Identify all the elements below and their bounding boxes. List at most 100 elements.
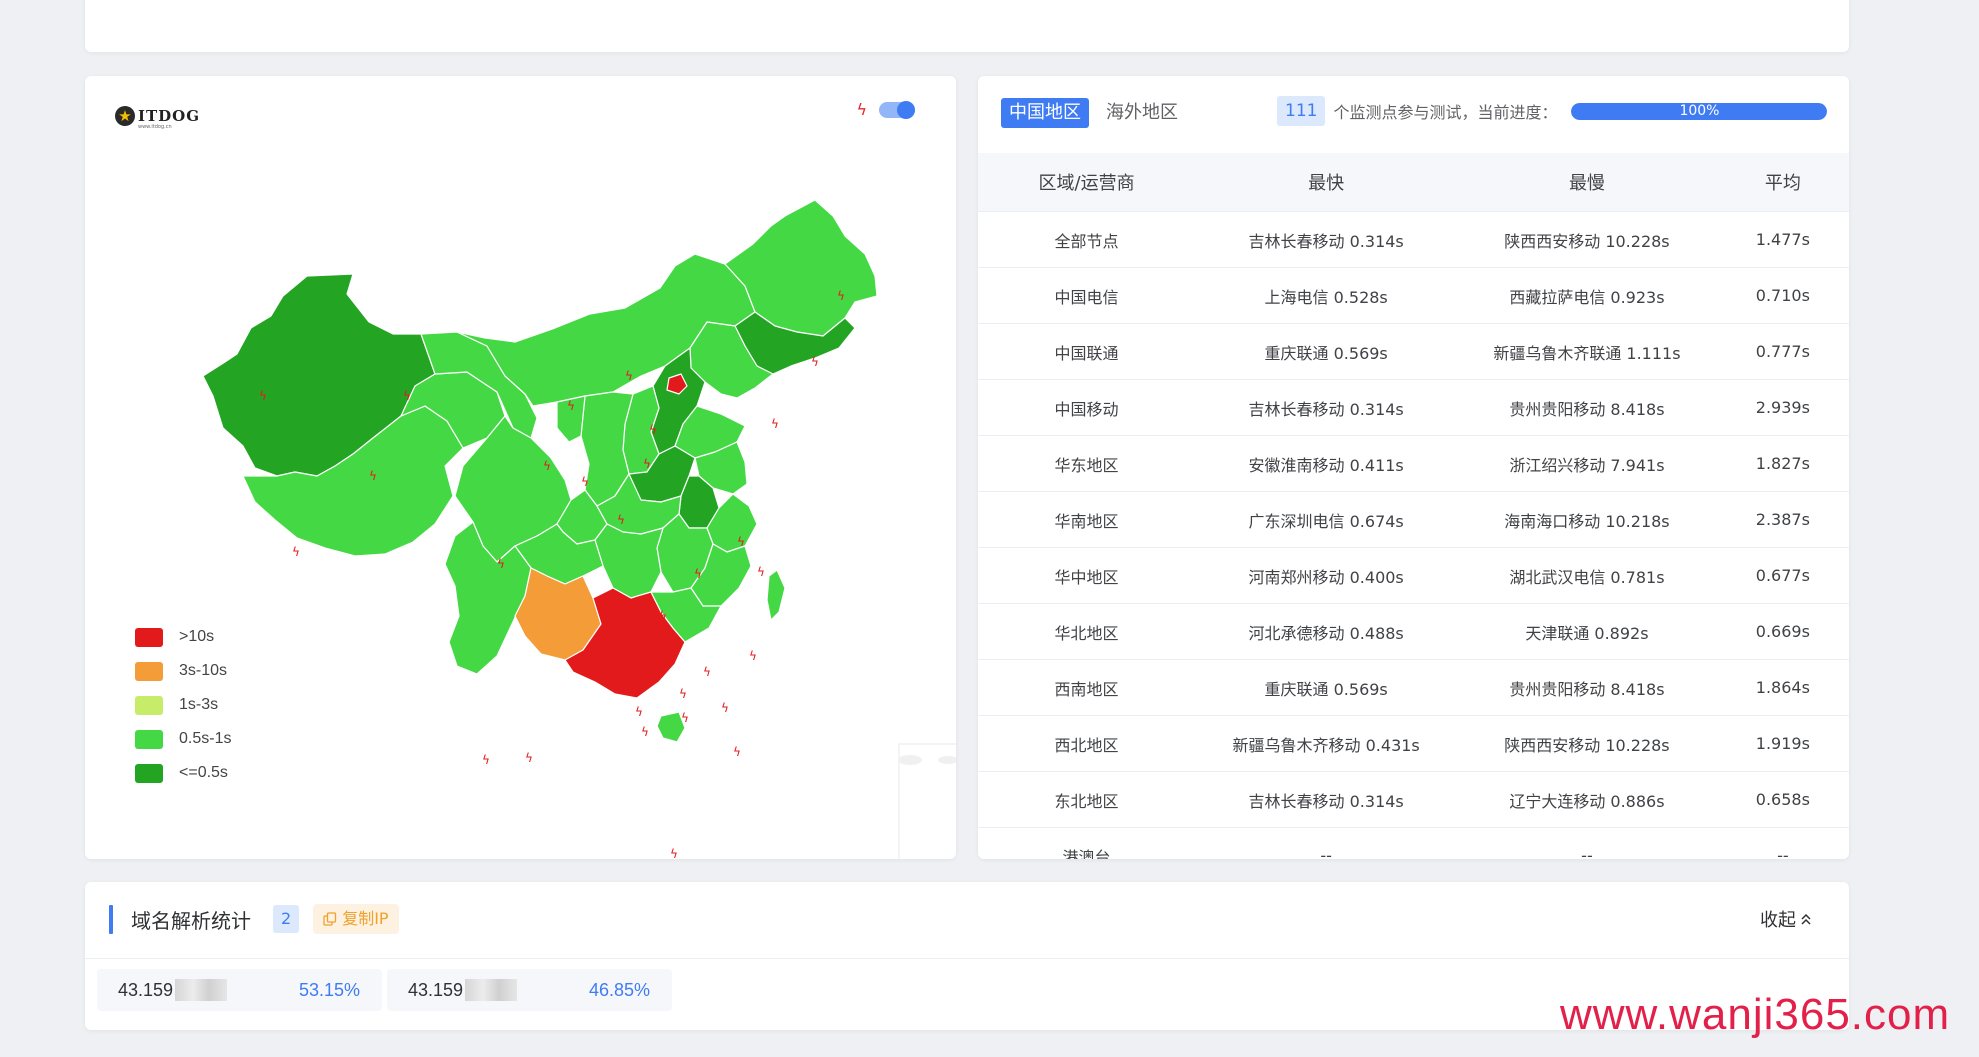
legend-swatch [135,627,163,647]
region-tabs: 中国地区 海外地区 [1001,98,1195,128]
cell-average: 0.658s [1716,771,1849,828]
cell-slowest: 湖北武汉电信 0.781s [1457,547,1717,604]
cell-fastest: 河南郑州移动 0.400s [1195,547,1458,604]
ip-redacted-blur [175,979,228,1001]
south-china-sea-islands [898,755,956,765]
table-row: 西南地区 重庆联通 0.569s 贵州贵阳移动 8.418s 1.864s [978,659,1849,716]
cell-fastest: 上海电信 0.528s [1195,267,1458,324]
tab-overseas[interactable]: 海外地区 [1098,98,1186,128]
cell-slowest: 陕西西安移动 10.228s [1457,211,1717,268]
map-region-taiwan [766,569,786,621]
legend-label: 3s-10s [179,662,228,679]
dns-count-badge: 2 [273,905,300,933]
table-row: 港澳台 -- -- -- [978,827,1849,859]
svg-text:ϟ: ϟ [837,289,845,303]
svg-text:ϟ: ϟ [403,389,411,403]
svg-text:ϟ: ϟ [259,389,267,403]
table-row: 中国联通 重庆联通 0.569s 新疆乌鲁木齐联通 1.111s 0.777s [978,323,1849,380]
cell-slowest: 贵州贵阳移动 8.418s [1457,659,1717,716]
cell-slowest: -- [1457,827,1717,859]
ip-address: 43.159 [118,979,174,1000]
svg-text:ϟ: ϟ [721,701,729,715]
table-row: 华中地区 河南郑州移动 0.400s 湖北武汉电信 0.781s 0.677s [978,547,1849,604]
svg-text:ϟ: ϟ [649,423,657,437]
legend-swatch [135,729,163,749]
legend-swatch [135,695,163,715]
ip-redacted-blur [465,979,518,1001]
watermark-text: www.wanji365.com [1560,990,1951,1039]
cell-region: 中国电信 [978,267,1196,324]
copy-ip-button[interactable]: 复制IP [313,904,399,934]
svg-text:ϟ: ϟ [733,745,741,759]
cell-region: 西南地区 [978,659,1196,716]
cell-slowest: 天津联通 0.892s [1457,603,1717,660]
table-row: 华南地区 广东深圳电信 0.674s 海南海口移动 10.218s 2.387s [978,491,1849,548]
svg-text:ϟ: ϟ [525,751,533,765]
cell-fastest: 吉林长春移动 0.314s [1195,379,1458,436]
cell-slowest: 浙江绍兴移动 7.941s [1457,435,1717,492]
svg-text:ϟ: ϟ [292,545,300,559]
chevron-up-icon [1801,913,1811,925]
progress-bar: 100% [1571,102,1828,120]
legend-label: 0.5s-1s [179,730,232,747]
table-row: 全部节点 吉林长春移动 0.314s 陕西西安移动 10.228s 1.477s [978,211,1849,268]
progress-text: 个监测点参与测试，当前进度： [1333,103,1558,122]
dns-divider [85,958,1849,959]
results-table: 区域/运营商 最快 最慢 平均 全部节点 吉林长春移动 0.314s 陕西西安移动 … [978,153,1849,859]
legend-item[interactable]: 0.5s-1s [135,722,231,756]
cell-fastest: 河北承德移动 0.488s [1195,603,1458,660]
cell-fastest: 重庆联通 0.569s [1195,323,1458,380]
collapse-label: 收起 [1760,910,1796,931]
legend-label: >10s [179,628,215,645]
map-card: ★ ITDOG www.itdog.cn ϟ ϟ ϟ ϟ ϟ ϟ ϟ ϟ ϟ ϟ… [85,76,956,859]
table-row: 中国电信 上海电信 0.528s 西藏拉萨电信 0.923s 0.710s [978,267,1849,324]
svg-text:ϟ: ϟ [567,399,575,413]
section-accent-bar [109,904,113,934]
collapse-button[interactable]: 收起 [1760,906,1812,932]
cell-slowest: 新疆乌鲁木齐联通 1.111s [1457,323,1717,380]
copy-icon [323,912,337,926]
cell-region: 华中地区 [978,547,1196,604]
table-header-row: 区域/运营商 最快 最慢 平均 [978,153,1849,212]
cell-slowest: 海南海口移动 10.218s [1457,491,1717,548]
svg-text:ϟ: ϟ [703,665,711,679]
cell-fastest: 重庆联通 0.569s [1195,659,1458,716]
svg-text:ϟ: ϟ [543,459,551,473]
cell-fastest: 新疆乌鲁木齐移动 0.431s [1195,715,1458,772]
cell-slowest: 贵州贵阳移动 8.418s [1457,379,1717,436]
ip-chip[interactable]: 43.159 53.15% [97,969,382,1011]
cell-average: 1.864s [1716,659,1849,716]
ip-percentage: 53.15% [298,979,360,1000]
table-row: 西北地区 新疆乌鲁木齐移动 0.431s 陕西西安移动 10.228s 1.919s [978,715,1849,772]
svg-text:ϟ: ϟ [757,565,765,579]
ip-chip[interactable]: 43.159 46.85% [387,969,672,1011]
legend-item[interactable]: >10s [135,620,231,654]
legend-item[interactable]: 3s-10s [135,654,231,688]
legend-swatch [135,661,163,681]
svg-text:ϟ: ϟ [679,687,687,701]
svg-text:ϟ: ϟ [633,629,641,643]
cell-average: 1.477s [1716,211,1849,268]
cell-region: 华东地区 [978,435,1196,492]
cell-region: 港澳台 [978,827,1196,859]
legend-label: 1s-3s [179,696,219,713]
svg-text:ϟ: ϟ [749,649,757,663]
header-fastest: 最快 [1195,153,1458,212]
legend-label: <=0.5s [179,764,228,781]
header-slowest: 最慢 [1457,153,1717,212]
cell-average: 2.939s [1716,379,1849,436]
svg-text:ϟ: ϟ [635,705,643,719]
cell-region: 华北地区 [978,603,1196,660]
legend-item[interactable]: 1s-3s [135,688,231,722]
cell-region: 华南地区 [978,491,1196,548]
cell-fastest: 安徽淮南移动 0.411s [1195,435,1458,492]
table-row: 华东地区 安徽淮南移动 0.411s 浙江绍兴移动 7.941s 1.827s [978,435,1849,492]
cell-region: 东北地区 [978,771,1196,828]
cell-slowest: 辽宁大连移动 0.886s [1457,771,1717,828]
copy-ip-label: 复制IP [342,909,389,928]
header-region: 区域/运营商 [978,153,1196,212]
ip-percentage: 46.85% [588,979,650,1000]
tab-china[interactable]: 中国地区 [1001,98,1089,128]
results-table-body: 全部节点 吉林长春移动 0.314s 陕西西安移动 10.228s 1.477s 中国电… [978,211,1849,859]
legend-item[interactable]: <=0.5s [135,756,231,790]
